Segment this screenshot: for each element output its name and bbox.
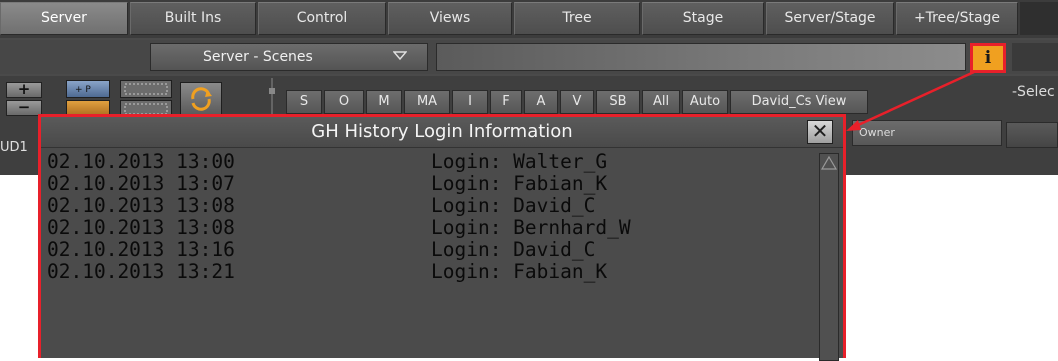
filter-button-s[interactable]: S: [286, 90, 322, 114]
tab-built-ins[interactable]: Built Ins: [130, 2, 256, 35]
refresh-icon[interactable]: [180, 82, 222, 116]
scene-status-bar: [436, 43, 966, 71]
side-panel-button[interactable]: [1006, 122, 1058, 148]
info-button[interactable]: i: [970, 43, 1006, 73]
scene-row: Server - Scenes i: [0, 40, 1058, 74]
scroll-up-arrow-icon[interactable]: [820, 154, 838, 172]
scene-selector-label: Server - Scenes: [203, 49, 313, 65]
tab-tree[interactable]: Tree: [514, 2, 640, 35]
filter-button-m[interactable]: M: [366, 90, 402, 114]
filter-button-sb[interactable]: SB: [596, 90, 640, 114]
list-item: 02.10.2013 13:08 Login: Bernhard_W: [47, 217, 817, 239]
list-item: 02.10.2013 13:07 Login: Fabian_K: [47, 173, 817, 195]
tab-control[interactable]: Control: [258, 2, 386, 35]
filter-button-v[interactable]: V: [560, 90, 594, 114]
list-item: 02.10.2013 13:08 Login: David_C: [47, 195, 817, 217]
tab-bar-filler: [1020, 2, 1058, 35]
filter-button-o[interactable]: O: [324, 90, 364, 114]
login-timestamp: 02.10.2013 13:16: [47, 238, 235, 261]
login-user: Login: Fabian_K: [431, 172, 608, 195]
placeholder-icon[interactable]: + P: [66, 80, 110, 98]
add-button[interactable]: +: [6, 82, 42, 98]
toolbar-separator: [268, 78, 276, 116]
row-filler: [1012, 43, 1058, 71]
filter-button-f[interactable]: F: [490, 90, 522, 114]
login-user: Login: Walter_G: [431, 151, 608, 173]
login-user: Login: Fabian_K: [431, 260, 608, 283]
login-user: Login: David_C: [431, 194, 596, 217]
list-item: 02.10.2013 13:21 Login: Fabian_K: [47, 261, 817, 283]
tab-server[interactable]: Server: [0, 2, 128, 35]
dialog-scrollbar[interactable]: [819, 153, 839, 361]
selection-label: -Selec: [1012, 84, 1055, 100]
scene-selector-dropdown[interactable]: Server - Scenes: [150, 43, 428, 71]
tab-tree-stage[interactable]: +Tree/Stage: [896, 2, 1018, 35]
login-timestamp: 02.10.2013 13:08: [47, 194, 235, 217]
filter-button-i[interactable]: I: [452, 90, 488, 114]
tab-stage[interactable]: Stage: [642, 2, 764, 35]
login-timestamp: 02.10.2013 13:07: [47, 172, 235, 195]
scene-list-item[interactable]: UD1: [0, 140, 28, 155]
svg-text:+ P: + P: [75, 85, 91, 95]
tab-server-stage[interactable]: Server/Stage: [766, 2, 894, 35]
login-history-list: 02.10.2013 13:00 Login: Walter_G 02.10.2…: [47, 151, 817, 361]
remove-button[interactable]: −: [6, 100, 42, 116]
grid-icon[interactable]: [120, 80, 172, 98]
login-user: Login: David_C: [431, 238, 596, 261]
filter-button-auto[interactable]: Auto: [682, 90, 728, 114]
login-history-dialog: GH History Login Information ✕ 02.10.201…: [38, 114, 846, 361]
dialog-title: GH History Login Information: [41, 117, 843, 148]
main-tab-bar: Server Built Ins Control Views Tree Stag…: [0, 0, 1058, 38]
login-user: Login: Bernhard_W: [431, 216, 631, 239]
filter-button-a[interactable]: A: [524, 90, 558, 114]
login-timestamp: 02.10.2013 13:21: [47, 260, 235, 283]
list-item: 02.10.2013 13:00 Login: Walter_G: [47, 151, 817, 173]
filter-button-view[interactable]: David_Cs View: [730, 90, 868, 114]
filter-button-ma[interactable]: MA: [404, 90, 450, 114]
list-item: 02.10.2013 13:16 Login: David_C: [47, 239, 817, 261]
close-button[interactable]: ✕: [807, 120, 833, 144]
login-timestamp: 02.10.2013 13:00: [47, 151, 235, 173]
tab-views[interactable]: Views: [388, 2, 512, 35]
chevron-down-icon: [392, 44, 408, 70]
owner-column-header[interactable]: Owner: [852, 120, 1002, 146]
filter-button-all[interactable]: All: [642, 90, 680, 114]
login-timestamp: 02.10.2013 13:08: [47, 216, 235, 239]
